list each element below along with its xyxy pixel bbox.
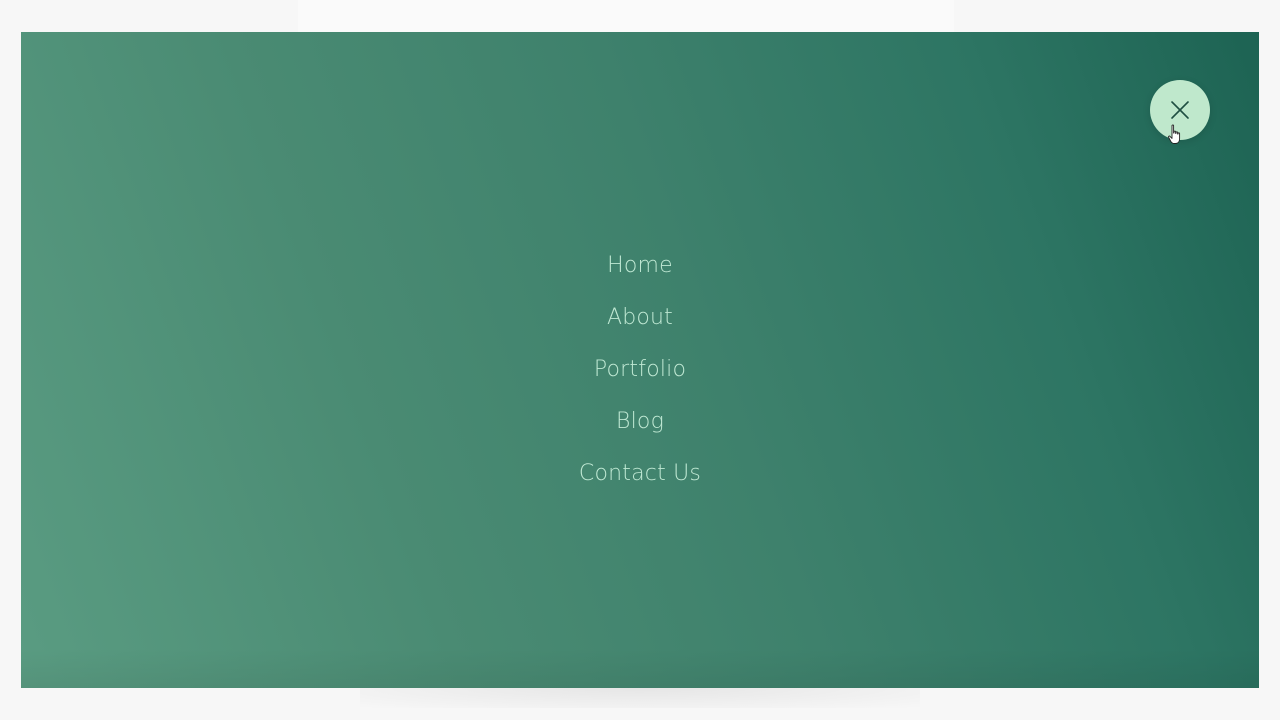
nav-link-home[interactable]: Home <box>607 253 673 278</box>
nav-link-contact-us[interactable]: Contact Us <box>579 461 701 486</box>
close-icon <box>1171 101 1189 119</box>
nav-link-portfolio[interactable]: Portfolio <box>594 357 686 382</box>
nav-item-blog: Blog <box>21 404 1259 456</box>
overlay-drop-shadow <box>360 688 920 708</box>
nav-item-contact-us: Contact Us <box>21 456 1259 508</box>
page-top-strip <box>298 0 954 32</box>
fullscreen-menu-overlay: Home About Portfolio Blog Contact Us <box>21 32 1259 688</box>
nav-item-about: About <box>21 300 1259 352</box>
hand-pointer-icon <box>1168 124 1181 144</box>
nav-link-about[interactable]: About <box>607 305 673 330</box>
nav-item-portfolio: Portfolio <box>21 352 1259 404</box>
nav-item-home: Home <box>21 248 1259 300</box>
main-nav-menu: Home About Portfolio Blog Contact Us <box>21 248 1259 508</box>
nav-link-blog[interactable]: Blog <box>616 409 664 434</box>
